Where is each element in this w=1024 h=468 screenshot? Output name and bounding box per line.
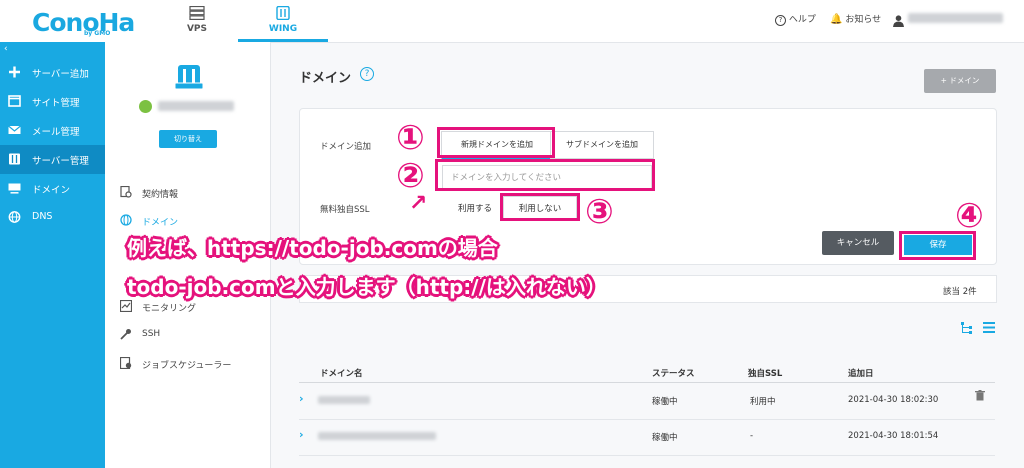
submenu-label: SSH [142,329,161,339]
sidebar-item-label: メール管理 [32,127,80,138]
help-link[interactable]: ? ヘルプ [775,12,816,26]
topnav-vps[interactable]: VPS [152,0,242,42]
submenu-label: 契約情報 [142,190,179,200]
topnav-wing[interactable]: WING [238,0,328,42]
user-name-blurred [908,13,1003,23]
row-ssl: - [750,431,754,441]
server-icon [9,153,20,165]
annotation-box-3 [500,193,580,221]
user-icon [893,15,904,27]
page-title: ドメイン [299,71,352,86]
list-view-icon[interactable] [983,322,995,333]
help-circle-icon: ? [775,15,786,26]
expand-chevron-icon[interactable]: › [299,428,304,441]
sidebar-item-label: サーバー管理 [32,156,89,167]
user-menu[interactable] [893,12,904,31]
contract-icon [120,186,132,198]
help-icon[interactable]: ? [360,67,374,81]
row-status: 稼働中 [652,397,678,407]
annotation-box-2 [435,159,655,191]
submenu-label: ジョブスケジューラー [142,361,232,371]
monitor-icon [120,300,132,312]
column-header-status[interactable]: ステータス [652,367,695,379]
notice-link[interactable]: 🔔 お知らせ [830,12,881,25]
submenu-domain[interactable]: ドメイン [120,212,270,232]
domain-name-blurred [318,432,436,440]
globe-icon [120,214,132,226]
annotation-number-3: ③ [585,192,614,232]
scheduler-icon [120,357,132,369]
domain-name-blurred [318,396,370,404]
row-ssl: 利用中 [750,397,776,407]
mail-icon [8,125,21,134]
sidebar-item-label: サーバー追加 [32,69,89,80]
annotation-text-line2: todo-job.comと入力します（http://は入れない） [127,275,606,299]
submenu-label: モニタリング [142,304,197,314]
globe-icon [8,211,21,223]
switch-server-button[interactable]: 切り替え [159,130,217,148]
bell-icon: 🔔 [830,14,843,25]
key-icon [120,329,131,340]
submenu-ssh[interactable]: SSH [120,326,270,346]
sidebar-item-server-management[interactable]: サーバー管理 [0,145,105,174]
trash-icon[interactable] [975,390,985,401]
tree-view-icon[interactable] [961,322,973,334]
domain-add-label: ドメイン追加 [320,142,372,152]
domain-icon [8,183,21,194]
topnav-wing-label: WING [268,24,298,34]
sidebar-item-site[interactable]: サイト管理 [0,87,105,116]
submenu-label: ドメイン [142,218,179,228]
sidebar-item-label: ドメイン [32,185,71,196]
sidebar-item-dns[interactable]: DNS [0,203,105,232]
ssl-use-option[interactable]: 利用する [447,197,503,221]
sidebar-item-domain[interactable]: ドメイン [0,174,105,203]
column-header-date[interactable]: 追加日 [848,367,874,379]
column-header-ssl[interactable]: 独自SSL [748,367,782,379]
server-name-blurred [158,101,234,111]
row-date: 2021-04-30 18:02:30 [848,395,939,405]
ssl-label: 無料独自SSL [320,205,370,215]
status-on-icon [139,100,152,113]
annotation-number-2: ② [396,156,425,196]
annotation-arrow-icon: ↗ [409,191,428,216]
plus-icon [9,66,20,78]
submenu-job-scheduler[interactable]: ジョブスケジューラー [120,355,270,375]
server-large-icon [174,65,204,90]
sidebar-item-mail[interactable]: メール管理 [0,116,105,145]
row-status: 稼働中 [652,433,678,443]
cancel-button[interactable]: キャンセル [822,231,894,255]
sidebar-item-label: サイト管理 [32,98,80,109]
result-count: 該当 2件 [943,287,977,297]
column-header-domain[interactable]: ドメイン名 [320,367,363,379]
submenu-monitoring[interactable]: モニタリング [120,298,270,318]
annotation-number-1: ① [396,118,425,158]
tab-subdomain[interactable]: サブドメインを追加 [550,131,654,159]
sidebar-item-add-server[interactable]: サーバー追加 [0,58,105,87]
row-date: 2021-04-30 18:01:54 [848,431,939,441]
sidebar-collapse-icon[interactable]: ‹ [4,44,8,54]
add-domain-button[interactable]: + ドメイン [924,69,996,93]
window-icon [8,95,21,107]
submenu-contract[interactable]: 契約情報 [120,184,270,204]
server-stack-icon [189,6,205,20]
annotation-number-4: ④ [955,196,984,236]
logo-sub: by GMO [84,30,111,37]
annotation-text-line1: 例えば、https://todo-job.comの場合 [127,236,498,260]
help-label: ヘルプ [788,15,816,25]
expand-chevron-icon[interactable]: › [299,392,304,405]
sidebar-item-label: DNS [32,211,53,222]
notice-label: お知らせ [845,15,882,25]
annotation-box-1 [437,127,555,158]
topnav-vps-label: VPS [186,24,208,34]
wing-server-icon [276,6,290,20]
